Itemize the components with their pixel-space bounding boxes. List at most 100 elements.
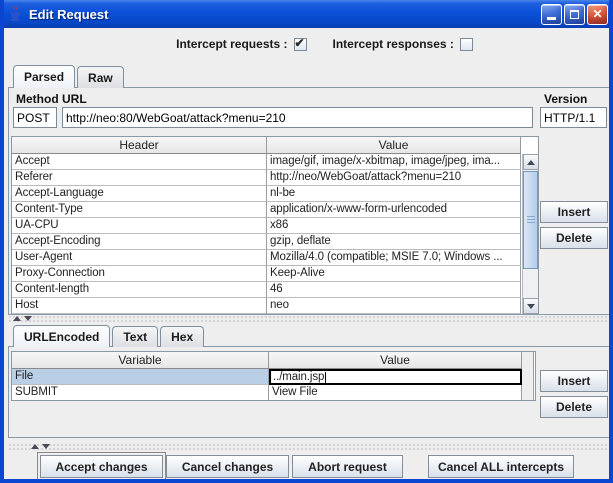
edit-request-window: Edit Request ✕ Intercept requests : ✔ In… [0,0,613,483]
header-name-cell[interactable]: UA-CPU [12,218,267,234]
intercept-responses-label: Intercept responses : [333,37,454,51]
titlebar[interactable]: Edit Request ✕ [0,0,613,28]
headers-scrollbar[interactable] [522,154,538,314]
headers-table: Header Value Acceptimage/gif, image/x-xb… [11,136,539,315]
minimize-icon [547,17,556,20]
maximize-button[interactable] [564,4,585,25]
row-filler [522,369,534,385]
header-value-cell[interactable]: application/x-www-form-urlencoded [267,202,521,218]
table-row[interactable]: Content-length46 [12,282,538,298]
headers-table-header: Header Value [12,137,538,154]
url-field[interactable] [62,107,533,128]
collapse-up-icon[interactable] [13,316,21,321]
table-row[interactable]: Refererhttp://neo/WebGoat/attack?menu=21… [12,170,538,186]
table-row[interactable]: User-AgentMozilla/4.0 (compatible; MSIE … [12,250,538,266]
tab-urlencoded[interactable]: URLEncoded [13,325,110,347]
header-name-cell[interactable]: Accept-Encoding [12,234,267,250]
table-row[interactable]: UA-CPUx86 [12,218,538,234]
intercept-requests-checkbox[interactable]: ✔ [294,38,307,51]
headers-delete-button[interactable]: Delete [540,227,608,249]
column-header-header[interactable]: Header [12,137,267,154]
params-table: Variable Value File ../main.jsp SUBMIT V… [11,351,536,401]
request-view-tabs: Parsed Raw [13,65,124,88]
row-filler [522,385,534,401]
minimize-button[interactable] [541,4,562,25]
table-row[interactable]: Content-Typeapplication/x-www-form-urlen… [12,202,538,218]
header-value-cell[interactable]: Keep-Alive [267,266,521,282]
version-label: Version [544,92,587,106]
column-header-value[interactable]: Value [267,137,521,154]
scroll-down-button[interactable] [523,298,539,314]
header-value-cell[interactable]: image/gif, image/x-xbitmap, image/jpeg, … [267,154,521,170]
header-name-cell[interactable]: Content-length [12,282,267,298]
header-name-cell[interactable]: Referer [12,170,267,186]
splitter-one-touch-controls [31,444,50,449]
params-delete-button[interactable]: Delete [540,396,608,418]
intercept-responses-checkbox[interactable] [460,38,473,51]
header-name-cell[interactable]: Proxy-Connection [12,266,267,282]
scrollbar-thumb[interactable] [523,171,538,269]
param-name-cell[interactable]: File [12,369,269,385]
close-button[interactable]: ✕ [587,4,608,25]
table-row[interactable]: Accept-Encodinggzip, deflate [12,234,538,250]
url-label: URL [62,92,87,106]
header-value-cell[interactable]: 46 [267,282,521,298]
table-row[interactable]: Proxy-ConnectionKeep-Alive [12,266,538,282]
splitter-one-touch-controls [13,316,32,321]
params-table-header: Variable Value [12,352,535,369]
abort-request-button[interactable]: Abort request [292,455,403,478]
tab-parsed[interactable]: Parsed [13,65,75,88]
header-name-cell[interactable]: Accept [12,154,267,170]
column-header-variable[interactable]: Variable [12,352,269,369]
splitter-divider[interactable] [8,315,612,323]
method-label: Method [16,92,59,106]
headers-insert-button[interactable]: Insert [540,201,608,223]
table-row[interactable]: Acceptimage/gif, image/x-xbitmap, image/… [12,154,538,170]
window-controls: ✕ [541,4,608,25]
collapse-up-icon[interactable] [31,444,39,449]
header-value-cell[interactable]: neo [267,298,521,314]
params-insert-button[interactable]: Insert [540,370,608,392]
scroll-up-button[interactable] [523,154,539,170]
window-title: Edit Request [29,7,541,22]
column-header-value[interactable]: Value [269,352,522,369]
header-name-cell[interactable]: User-Agent [12,250,267,266]
collapse-down-icon[interactable] [42,444,50,449]
tab-text[interactable]: Text [112,326,158,347]
collapse-down-icon[interactable] [24,316,32,321]
table-row[interactable]: File ../main.jsp [12,369,535,385]
java-icon [7,6,23,22]
header-value-cell[interactable]: x86 [267,218,521,234]
tab-raw[interactable]: Raw [77,66,124,88]
header-value-cell[interactable]: nl-be [267,186,521,202]
intercept-row: Intercept requests : ✔ Intercept respons… [4,34,609,54]
table-row[interactable]: Accept-Languagenl-be [12,186,538,202]
cancel-all-intercepts-button[interactable]: Cancel ALL intercepts [428,455,574,478]
accept-changes-button[interactable]: Accept changes [40,455,163,478]
close-icon: ✕ [592,8,602,20]
param-value-editor[interactable]: ../main.jsp [269,369,522,385]
header-name-cell[interactable]: Accept-Language [12,186,267,202]
param-value-cell[interactable]: View File [269,385,522,401]
header-value-cell[interactable]: gzip, deflate [267,234,521,250]
scroll-up-icon [527,160,535,165]
header-value-cell[interactable]: http://neo/WebGoat/attack?menu=210 [267,170,521,186]
splitter-divider[interactable] [8,443,612,451]
editor-text: ../main.jsp [273,372,324,383]
text-caret [325,372,326,383]
header-value-cell[interactable]: Mozilla/4.0 (compatible; MSIE 7.0; Windo… [267,250,521,266]
scrollbar-grip-icon [527,216,535,224]
scroll-down-icon [527,304,535,309]
maximize-icon [570,10,579,19]
method-field[interactable] [13,107,57,128]
header-name-cell[interactable]: Host [12,298,267,314]
param-name-cell[interactable]: SUBMIT [12,385,269,401]
tab-hex[interactable]: Hex [160,326,204,347]
header-filler [522,352,534,369]
version-field[interactable] [540,107,607,128]
table-row[interactable]: Hostneo [12,298,538,314]
intercept-requests-label: Intercept requests : [176,37,287,51]
cancel-changes-button[interactable]: Cancel changes [166,455,289,478]
table-row[interactable]: SUBMIT View File [12,385,535,401]
header-name-cell[interactable]: Content-Type [12,202,267,218]
